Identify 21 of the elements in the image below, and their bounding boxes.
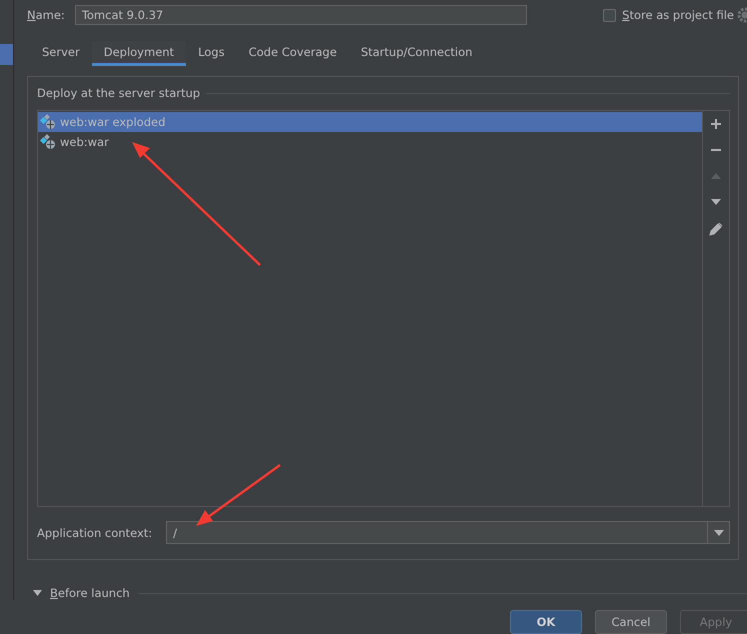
edit-icon[interactable]: [709, 222, 723, 236]
artifact-item[interactable]: web:war: [38, 132, 702, 152]
artifact-icon: [40, 114, 56, 130]
tab[interactable]: Server: [30, 41, 92, 66]
name-label: Name:: [27, 8, 65, 22]
store-checkbox[interactable]: [603, 8, 616, 22]
section-title: Deploy at the server startup: [37, 86, 200, 100]
dialog-button[interactable]: Cancel: [595, 610, 667, 634]
context-label: Application context:: [37, 526, 152, 540]
dropdown-icon[interactable]: [714, 530, 724, 536]
tab[interactable]: Logs: [186, 41, 237, 66]
store-label[interactable]: Store as project file: [622, 8, 734, 22]
expand-icon[interactable]: [33, 590, 42, 596]
tab[interactable]: Startup/Connection: [348, 41, 484, 66]
tab[interactable]: Code Coverage: [236, 41, 349, 66]
before-launch-label[interactable]: Before launch: [50, 586, 130, 600]
context-combobox[interactable]: /: [166, 521, 730, 544]
dialog-button[interactable]: OK: [510, 610, 582, 634]
artifact-icon: [40, 134, 56, 150]
name-field[interactable]: Tomcat 9.0.37: [74, 5, 527, 25]
add-icon[interactable]: [710, 118, 722, 130]
